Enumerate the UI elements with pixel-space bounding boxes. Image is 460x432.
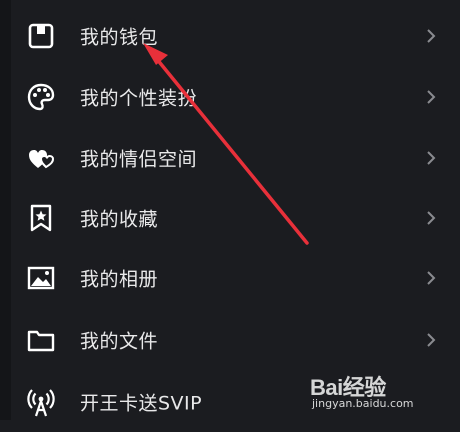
palette-icon [24, 80, 58, 114]
bookmark-star-icon [24, 201, 58, 235]
menu-item-label: 我的收藏 [80, 208, 159, 231]
hearts-icon [24, 141, 58, 175]
menu-item-favorites[interactable]: 我的收藏 [0, 188, 460, 248]
chevron-right-icon [427, 333, 436, 347]
chevron-right-icon [427, 90, 436, 104]
photo-icon [24, 261, 58, 295]
menu-item-album[interactable]: 我的相册 [0, 248, 460, 308]
menu-item-king-card[interactable]: 开王卡送SVIP [0, 372, 460, 432]
menu-item-wallet[interactable]: 我的钱包 [0, 6, 460, 66]
menu-item-theme[interactable]: 我的个性装扮 [0, 67, 460, 127]
menu-item-label: 我的文件 [80, 330, 159, 353]
chevron-right-icon [427, 151, 436, 165]
chevron-right-icon [427, 211, 436, 225]
menu-item-files[interactable]: 我的文件 [0, 310, 460, 370]
menu-item-label: 我的个性装扮 [80, 87, 198, 110]
menu-list: 我的钱包 我的个性装扮 我的情侣空间 我的收藏 我的相册 我的文件 开王卡送SV… [0, 0, 460, 420]
folder-icon [24, 323, 58, 357]
menu-item-label: 开王卡送SVIP [80, 392, 203, 415]
menu-item-label: 我的情侣空间 [80, 148, 198, 171]
menu-item-label: 我的钱包 [80, 26, 159, 49]
menu-item-couple-space[interactable]: 我的情侣空间 [0, 128, 460, 188]
chevron-right-icon [427, 29, 436, 43]
wallet-icon [24, 19, 58, 53]
signal-tower-icon [24, 385, 58, 419]
chevron-right-icon [427, 271, 436, 285]
menu-item-label: 我的相册 [80, 268, 159, 291]
